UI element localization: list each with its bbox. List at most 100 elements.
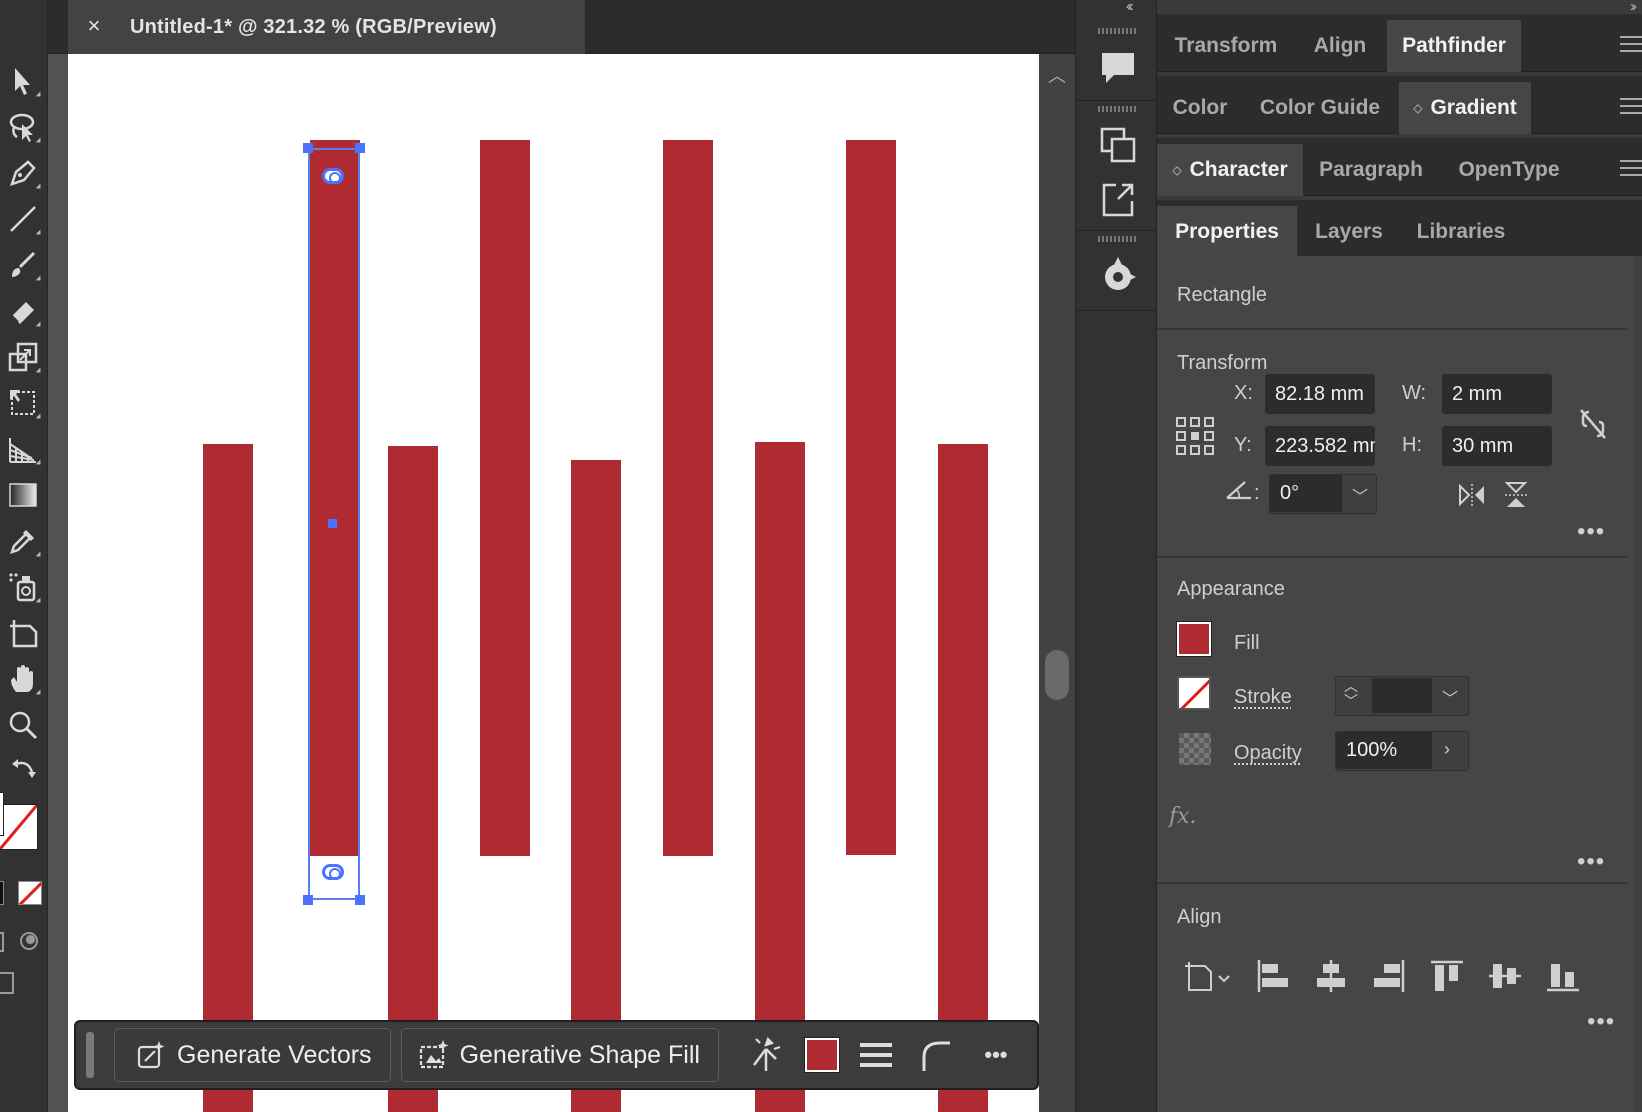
tab-character[interactable]: ◇ Character	[1157, 144, 1303, 196]
recolor-icon[interactable]	[743, 1032, 789, 1078]
flip-vertical-icon[interactable]	[1503, 480, 1529, 510]
handle-top-right[interactable]	[355, 143, 365, 153]
perspective-grid-tool-icon[interactable]	[2, 428, 44, 470]
panel-menu-icon[interactable]	[1620, 36, 1642, 52]
corner-radius-icon[interactable]	[913, 1032, 959, 1078]
reference-point-icon[interactable]	[1175, 416, 1215, 456]
scale-tool-icon[interactable]	[2, 336, 44, 378]
tab-gradient[interactable]: ◇ Gradient	[1399, 82, 1531, 134]
strip-grip[interactable]	[1098, 28, 1138, 34]
fx-effects-button[interactable]: fx.	[1169, 804, 1197, 829]
selection-tool-icon[interactable]	[2, 60, 44, 102]
tab-properties[interactable]: Properties	[1157, 206, 1297, 258]
strip-grip-3[interactable]	[1098, 236, 1138, 242]
draw-inside-icon[interactable]	[20, 932, 38, 950]
paintbrush-tool-icon[interactable]	[2, 244, 44, 286]
document-tab[interactable]: × Untitled-1* @ 321.32 % (RGB/Preview)	[68, 0, 585, 54]
rotate-angle-field[interactable]: 0°	[1270, 475, 1342, 512]
stroke-stepper-down-icon[interactable]: ﹀	[1344, 691, 1358, 711]
tab-transform[interactable]: Transform	[1157, 20, 1295, 72]
align-horizontal-center-icon[interactable]	[1311, 956, 1351, 996]
tab-opentype[interactable]: OpenType	[1441, 144, 1577, 196]
red-bar-6[interactable]	[663, 140, 713, 856]
fill-stroke-swatches[interactable]	[0, 790, 40, 860]
comments-icon[interactable]	[1095, 44, 1141, 90]
fill-color-swatch[interactable]	[803, 1037, 840, 1073]
opacity-label[interactable]: Opacity	[1234, 742, 1302, 765]
strip-grip-2[interactable]	[1098, 106, 1138, 112]
rotate-chevron-down-icon[interactable]: ﹀	[1352, 483, 1368, 507]
swap-colors-icon[interactable]	[2, 748, 44, 790]
fill-color-swatch-panel[interactable]	[1176, 621, 1212, 657]
handle-bottom-left[interactable]	[303, 895, 313, 905]
artboards-icon[interactable]	[1095, 122, 1141, 168]
artboard[interactable]	[68, 54, 1075, 1112]
eyedropper-tool-icon[interactable]	[2, 520, 44, 562]
screen-mode-icon[interactable]	[0, 972, 14, 994]
scroll-up-icon[interactable]: ︿	[1048, 62, 1066, 88]
tab-paragraph[interactable]: Paragraph	[1303, 144, 1439, 196]
navigator-icon[interactable]	[1095, 252, 1141, 298]
eraser-tool-icon[interactable]	[2, 290, 44, 332]
opacity-dropdown[interactable]: 100% ›	[1335, 731, 1469, 771]
stroke-color-swatch-panel[interactable]	[1177, 676, 1211, 710]
align-bottom-icon[interactable]	[1543, 956, 1583, 996]
panel-menu-icon-2[interactable]	[1620, 98, 1642, 114]
appearance-more-options[interactable]: •••	[1577, 848, 1605, 876]
symbol-sprayer-tool-icon[interactable]	[2, 566, 44, 608]
stroke-swatch[interactable]	[0, 804, 38, 850]
line-tool-icon[interactable]	[2, 198, 44, 240]
stroke-weight-field[interactable]	[1372, 678, 1432, 713]
tab-align[interactable]: Align	[1295, 20, 1385, 72]
y-position-field[interactable]: 223.582 mm	[1265, 426, 1375, 466]
draw-normal-icon[interactable]	[0, 932, 4, 952]
red-bar-9[interactable]	[938, 444, 988, 1112]
stroke-weight-icon[interactable]	[853, 1032, 899, 1078]
taskbar-grip[interactable]	[86, 1032, 94, 1078]
collapse-panels-icon[interactable]: ‹‹	[1126, 0, 1133, 16]
vertical-scrollbar[interactable]: ︿	[1039, 54, 1075, 1112]
stroke-label[interactable]: Stroke	[1234, 686, 1292, 709]
export-icon[interactable]	[1095, 176, 1141, 222]
red-bar-8[interactable]	[846, 140, 896, 855]
corner-widget-top[interactable]	[322, 168, 344, 184]
gradient-tool-icon[interactable]	[2, 474, 44, 516]
handle-top-left[interactable]	[303, 143, 313, 153]
hand-tool-icon[interactable]	[2, 658, 44, 700]
handle-bottom-right[interactable]	[355, 895, 365, 905]
panel-scrollbar[interactable]	[1634, 256, 1642, 1112]
flip-horizontal-icon[interactable]	[1457, 482, 1487, 508]
stroke-weight-dropdown[interactable]: ︿ ﹀ ﹀	[1335, 676, 1469, 716]
transform-more-options[interactable]: •••	[1577, 518, 1605, 546]
align-right-icon[interactable]	[1369, 956, 1409, 996]
height-field[interactable]: 30 mm	[1442, 426, 1552, 466]
rotate-dropdown[interactable]: 0° ﹀	[1269, 474, 1377, 514]
corner-widget-bottom[interactable]	[322, 864, 344, 880]
align-more-options[interactable]: •••	[1587, 1008, 1615, 1036]
align-top-icon[interactable]	[1427, 956, 1467, 996]
lasso-tool-icon[interactable]	[2, 106, 44, 148]
red-bar-1[interactable]	[203, 444, 253, 1112]
align-to-dropdown-icon[interactable]	[1183, 956, 1233, 996]
artboard-tool-icon[interactable]	[2, 612, 44, 654]
scrollbar-thumb[interactable]	[1045, 650, 1069, 700]
align-left-icon[interactable]	[1253, 956, 1293, 996]
tab-color[interactable]: Color	[1157, 82, 1243, 134]
canvas-area[interactable]: ︿	[48, 54, 1075, 1112]
none-mode-icon[interactable]	[18, 881, 42, 905]
align-vertical-center-icon[interactable]	[1485, 956, 1525, 996]
tab-layers[interactable]: Layers	[1299, 206, 1399, 258]
close-tab-icon[interactable]: ×	[82, 14, 106, 38]
expand-panel-icon[interactable]: ››	[1630, 0, 1637, 15]
x-position-field[interactable]: 82.18 mm	[1265, 374, 1375, 414]
red-bar-5[interactable]	[571, 460, 621, 1112]
panel-menu-icon-3[interactable]	[1620, 160, 1642, 176]
width-field[interactable]: 2 mm	[1442, 374, 1552, 414]
generate-vectors-button[interactable]: Generate Vectors	[114, 1028, 391, 1082]
pen-tool-icon[interactable]	[2, 152, 44, 194]
tab-libraries[interactable]: Libraries	[1401, 206, 1521, 258]
tab-pathfinder[interactable]: Pathfinder	[1387, 20, 1521, 72]
fill-swatch[interactable]	[0, 792, 4, 836]
more-options-button[interactable]: •••	[973, 1032, 1019, 1078]
red-bar-3[interactable]	[388, 446, 438, 1112]
